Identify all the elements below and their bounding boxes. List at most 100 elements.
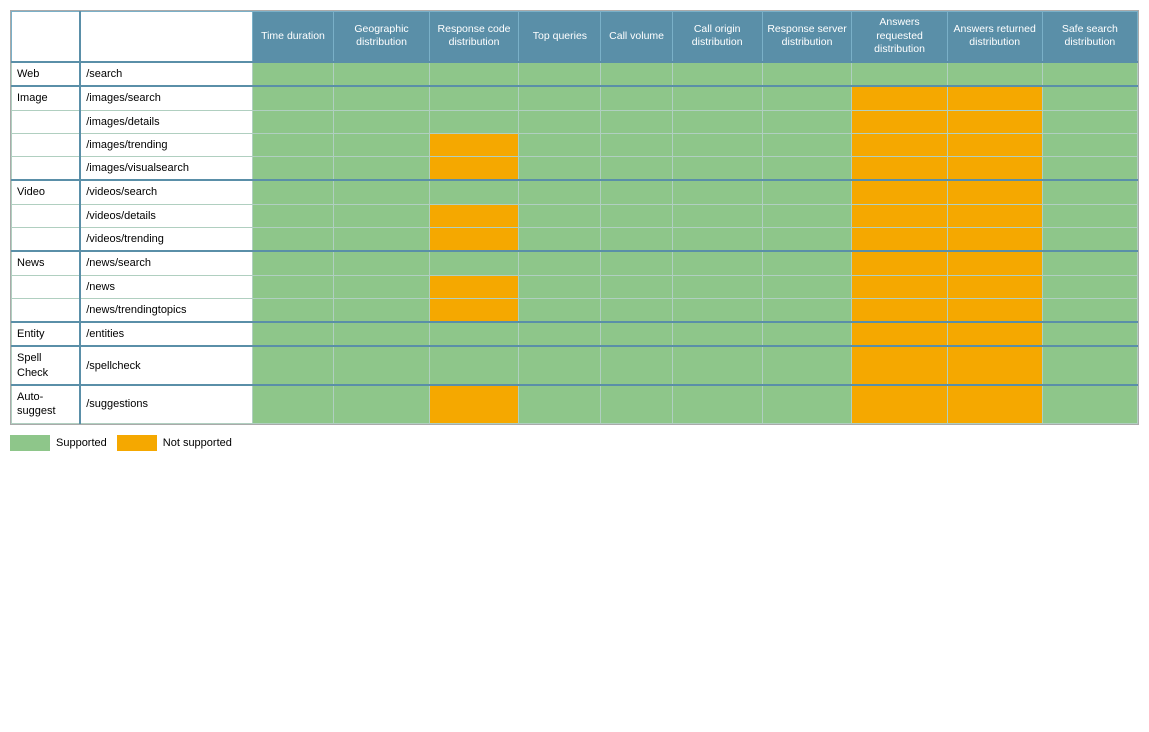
cell-data (672, 157, 762, 181)
cell-data (672, 86, 762, 110)
cell-data (252, 204, 334, 227)
table-row: /videos/trending (12, 228, 1138, 252)
table-row: News/news/search (12, 251, 1138, 275)
cell-data (762, 86, 852, 110)
cell-data (429, 298, 519, 322)
cell-data (334, 228, 429, 252)
cell-endpoint: /news/search (80, 251, 252, 275)
cell-data (672, 133, 762, 156)
cell-data (429, 110, 519, 133)
cell-data (852, 346, 947, 385)
cell-data (762, 298, 852, 322)
cell-data (947, 298, 1042, 322)
cell-data (601, 204, 672, 227)
cell-data (1042, 157, 1137, 181)
cell-data (672, 275, 762, 298)
cell-data (429, 86, 519, 110)
cell-data (852, 110, 947, 133)
table-row: Spell Check/spellcheck (12, 346, 1138, 385)
cell-data (762, 133, 852, 156)
cell-data (852, 275, 947, 298)
cell-data (1042, 385, 1137, 423)
table-row: /images/trending (12, 133, 1138, 156)
cell-data (519, 62, 601, 86)
table-row: Video/videos/search (12, 180, 1138, 204)
cell-data (334, 251, 429, 275)
cell-data (672, 385, 762, 423)
cell-data (762, 275, 852, 298)
cell-data (852, 62, 947, 86)
table-row: /images/details (12, 110, 1138, 133)
cell-endpoint: /images/visualsearch (80, 157, 252, 181)
cell-api (12, 157, 81, 181)
cell-api: Auto-suggest (12, 385, 81, 423)
cell-data (601, 157, 672, 181)
legend-not-supported-label: Not supported (163, 437, 232, 449)
legend-green-box (10, 435, 50, 451)
cell-data (852, 298, 947, 322)
cell-data (429, 228, 519, 252)
cell-data (672, 228, 762, 252)
cell-api (12, 133, 81, 156)
cell-data (1042, 251, 1137, 275)
cell-data (947, 385, 1042, 423)
cell-endpoint: /images/trending (80, 133, 252, 156)
cell-data (252, 86, 334, 110)
cell-data (252, 157, 334, 181)
cell-endpoint: /suggestions (80, 385, 252, 423)
cell-data (1042, 110, 1137, 133)
table-row: Entity/entities (12, 322, 1138, 346)
cell-endpoint: /videos/trending (80, 228, 252, 252)
col-header-call-origin: Call origin distribution (672, 12, 762, 62)
cell-data (334, 157, 429, 181)
cell-data (672, 251, 762, 275)
cell-data (334, 204, 429, 227)
cell-data (252, 251, 334, 275)
cell-endpoint: /entities (80, 322, 252, 346)
cell-data (252, 180, 334, 204)
cell-data (252, 298, 334, 322)
cell-data (334, 133, 429, 156)
cell-data (519, 86, 601, 110)
cell-api (12, 275, 81, 298)
cell-data (429, 133, 519, 156)
cell-data (947, 110, 1042, 133)
cell-data (252, 133, 334, 156)
cell-data (601, 228, 672, 252)
col-header-resp-code: Response code distribution (429, 12, 519, 62)
cell-api (12, 228, 81, 252)
cell-data (947, 133, 1042, 156)
cell-endpoint: /images/search (80, 86, 252, 110)
cell-data (762, 251, 852, 275)
cell-endpoint: /videos/details (80, 204, 252, 227)
cell-data (334, 385, 429, 423)
cell-data (672, 298, 762, 322)
cell-data (429, 157, 519, 181)
col-header-safe-search: Safe search distribution (1042, 12, 1137, 62)
cell-data (252, 110, 334, 133)
cell-data (762, 385, 852, 423)
cell-data (252, 385, 334, 423)
cell-data (334, 346, 429, 385)
col-header-top-queries: Top queries (519, 12, 601, 62)
cell-data (429, 346, 519, 385)
col-header-time: Time duration (252, 12, 334, 62)
cell-api: News (12, 251, 81, 275)
table-row: /news/trendingtopics (12, 298, 1138, 322)
cell-data (947, 275, 1042, 298)
cell-data (429, 322, 519, 346)
cell-data (429, 385, 519, 423)
col-header-endpoint: Endpoint (80, 12, 252, 62)
cell-data (947, 251, 1042, 275)
cell-data (852, 204, 947, 227)
cell-data (519, 346, 601, 385)
cell-data (334, 62, 429, 86)
table-row: /news (12, 275, 1138, 298)
cell-data (601, 346, 672, 385)
legend: Supported Not supported (10, 435, 1139, 451)
cell-data (429, 204, 519, 227)
legend-supported: Supported (10, 435, 107, 451)
cell-data (601, 322, 672, 346)
cell-data (947, 322, 1042, 346)
cell-data (519, 322, 601, 346)
